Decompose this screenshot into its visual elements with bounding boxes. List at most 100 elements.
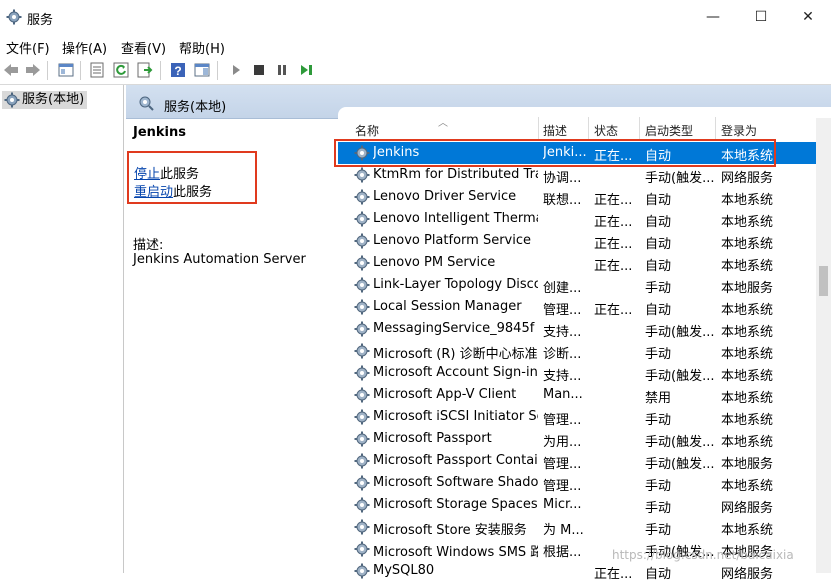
column-header-logon-as[interactable]: 登录为 [721, 122, 757, 139]
service-logon-cell: 本地系统 [721, 237, 774, 252]
service-name-cell: Microsoft Account Sign-in ... [373, 365, 538, 380]
service-name-cell: Microsoft App-V Client [373, 387, 517, 402]
service-startup-cell: 手动 [645, 413, 672, 428]
menu-action[interactable]: 操作(A) [62, 38, 107, 57]
stop-service-icon[interactable] [250, 61, 268, 79]
forward-arrow-icon[interactable] [24, 61, 42, 79]
service-row[interactable]: MessagingService_9845f 支持... 手动(触发... 本地系统 [338, 318, 816, 340]
service-logon-cell: 本地系统 [721, 391, 774, 406]
show-hide-pane-icon[interactable] [193, 61, 211, 79]
service-row[interactable]: Microsoft (R) 诊断中心标准... 诊断... 手动 本地系统 [338, 340, 816, 362]
toolbar-divider [47, 61, 48, 80]
service-startup-cell: 手动 [645, 281, 672, 296]
service-status-cell: 正在... [594, 259, 633, 274]
toolbar-divider [217, 61, 218, 80]
stop-service-action: 停止此服务 [134, 163, 199, 182]
service-gear-icon [354, 211, 370, 227]
service-row[interactable]: Lenovo Intelligent Thermal... 正在... 自动 本地系统 [338, 208, 816, 230]
column-divider [538, 117, 539, 139]
service-logon-cell: 本地系统 [721, 413, 774, 428]
column-header-status[interactable]: 状态 [594, 122, 618, 139]
service-name-cell: Microsoft Storage Spaces S... [373, 497, 538, 512]
service-row[interactable]: Microsoft Passport 为用... 手动(触发... 本地系统 [338, 428, 816, 450]
service-gear-icon [354, 431, 370, 447]
column-header-startup-type[interactable]: 启动类型 [645, 122, 693, 139]
service-desc-cell: 管理... [543, 303, 582, 318]
service-startup-cell: 手动(触发... [645, 171, 715, 186]
properties-icon[interactable] [88, 61, 106, 79]
service-row[interactable]: KtmRm for Distributed Tra... 协调... 手动(触发..… [338, 164, 816, 186]
description-label: 描述: [133, 238, 164, 253]
service-status-cell: 正在... [594, 193, 633, 208]
scrollbar-thumb[interactable] [819, 266, 828, 296]
service-logon-cell: 本地系统 [721, 523, 774, 538]
service-logon-cell: 网络服务 [721, 171, 774, 186]
service-row[interactable]: Lenovo PM Service 正在... 自动 本地系统 [338, 252, 816, 274]
service-desc-cell: 联想... [543, 193, 582, 208]
pause-service-icon[interactable] [273, 61, 291, 79]
service-row[interactable]: Lenovo Platform Service 正在... 自动 本地系统 [338, 230, 816, 252]
service-row[interactable]: Microsoft App-V Client Man... 禁用 本地系统 [338, 384, 816, 406]
service-gear-icon [354, 475, 370, 491]
service-startup-cell: 手动 [645, 523, 672, 538]
service-row[interactable]: Local Session Manager 管理... 正在... 自动 本地系统 [338, 296, 816, 318]
minimize-button[interactable]: — [690, 0, 736, 34]
service-row[interactable]: Microsoft iSCSI Initiator Ser... 管理... 手动 本… [338, 406, 816, 428]
service-row[interactable]: MySQL80 正在... 自动 网络服务 [338, 560, 816, 582]
service-startup-cell: 手动(触发... [645, 435, 715, 450]
service-name-cell: Lenovo Platform Service [373, 233, 531, 248]
service-row[interactable]: Link-Layer Topology Disco... 创建... 手动 本地服务 [338, 274, 816, 296]
export-list-icon[interactable] [136, 61, 154, 79]
menu-view[interactable]: 查看(V) [121, 38, 166, 57]
service-logon-cell: 本地系统 [721, 347, 774, 362]
service-logon-cell: 本地系统 [721, 193, 774, 208]
service-desc-cell: 支持... [543, 369, 582, 384]
stop-service-link[interactable]: 停止 [134, 167, 160, 182]
restart-service-link[interactable]: 重启动 [134, 185, 173, 200]
refresh-icon[interactable] [112, 61, 130, 79]
service-row[interactable]: Microsoft Software Shado... 管理... 手动 本地系统 [338, 472, 816, 494]
service-gear-icon [354, 365, 370, 381]
column-header-description[interactable]: 描述 [543, 122, 567, 139]
maximize-button[interactable]: ☐ [738, 0, 784, 34]
restart-service-suffix: 此服务 [173, 185, 213, 200]
vertical-scrollbar[interactable] [816, 118, 831, 573]
service-name-cell: Microsoft Windows SMS 路... [373, 545, 538, 560]
service-row[interactable]: Lenovo Driver Service 联想... 正在... 自动 本地系统 [338, 186, 816, 208]
service-gear-icon [354, 277, 370, 293]
service-desc-cell: 管理... [543, 413, 582, 428]
column-header-name[interactable]: 名称 [355, 122, 379, 139]
tree-item-label: 服务(本地) [22, 92, 85, 107]
menu-file[interactable]: 文件(F) [6, 38, 50, 57]
service-name-cell: Link-Layer Topology Disco... [373, 277, 538, 292]
close-button[interactable]: ✕ [785, 0, 831, 34]
service-row[interactable]: Microsoft Store 安装服务 为 M... 手动 本地系统 [338, 516, 816, 538]
services-gear-icon [6, 9, 22, 25]
service-desc-cell: 创建... [543, 281, 582, 296]
service-row[interactable]: Microsoft Passport Container 管理... 手动(触发..… [338, 450, 816, 472]
start-service-icon[interactable] [227, 61, 245, 79]
service-gear-icon [354, 519, 370, 535]
service-startup-cell: 禁用 [645, 391, 672, 406]
service-status-cell: 正在... [594, 237, 633, 252]
help-icon[interactable]: ? [169, 61, 187, 79]
service-row[interactable]: Microsoft Account Sign-in ... 支持... 手动(触发.… [338, 362, 816, 384]
highlight-box [334, 139, 776, 167]
menu-help[interactable]: 帮助(H) [179, 38, 225, 57]
toolbar: ? [0, 57, 831, 85]
tree-item-services-local[interactable]: 服务(本地) [2, 91, 88, 109]
service-row[interactable]: Microsoft Storage Spaces S... Micr... 手动 网络… [338, 494, 816, 516]
service-logon-cell: 本地系统 [721, 479, 774, 494]
restart-service-icon[interactable] [297, 61, 315, 79]
service-desc-cell: 支持... [543, 325, 582, 340]
back-arrow-icon[interactable] [2, 61, 20, 79]
service-startup-cell: 手动(触发... [645, 457, 715, 472]
service-logon-cell: 本地服务 [721, 457, 774, 472]
service-logon-cell: 本地系统 [721, 303, 774, 318]
title-bar: 服务 — ☐ ✕ [0, 0, 831, 34]
service-detail-pane: Jenkins 停止此服务 重启动此服务 描述: Jenkins Automat… [126, 119, 338, 573]
restart-service-action: 重启动此服务 [134, 181, 212, 200]
console-tree-icon[interactable] [57, 61, 75, 79]
service-status-cell: 正在... [594, 303, 633, 318]
service-name-cell: Microsoft Software Shado... [373, 475, 538, 490]
